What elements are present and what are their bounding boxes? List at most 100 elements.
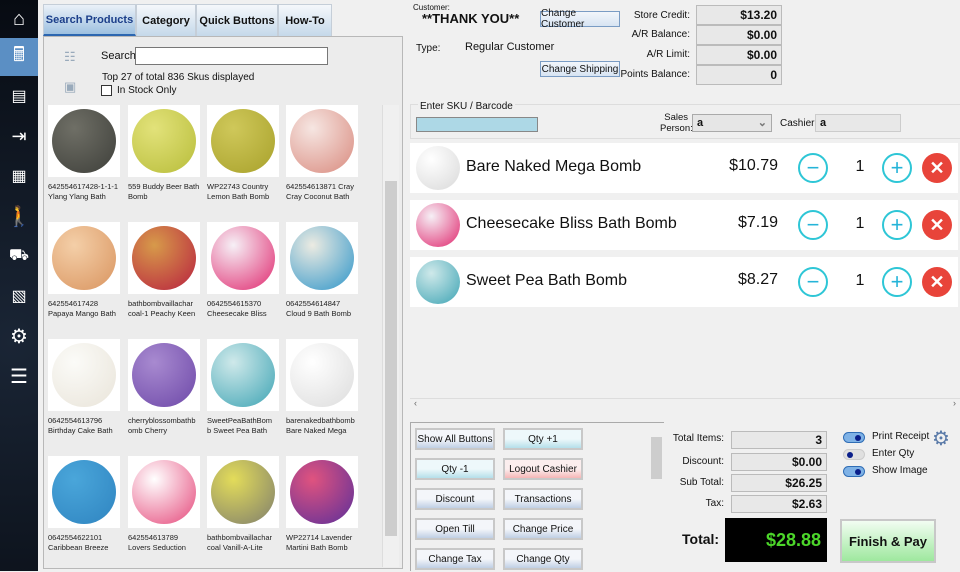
product-scrollbar[interactable] [382,105,399,567]
show-image-label: Show Image [872,465,928,476]
tax-value: $2.63 [731,495,827,513]
scroll-right-icon[interactable]: › [953,398,956,408]
scrollbar-thumb[interactable] [385,181,397,536]
product-ball-image [211,343,275,407]
product-tile[interactable]: 0642554614847 Cloud 9 Bath Bomb [286,222,360,319]
product-sku: 642554613871 Cray [286,182,354,191]
quick-button-change-tax[interactable]: Change Tax [415,548,495,570]
remove-item-icon[interactable]: ✕ [922,267,952,297]
product-grid: 642554617428-1-1-1 Ylang Ylang Bath 559 Bu… [48,105,382,567]
sidebar: ⌂ 🖩 ▤ ⇥ ▦ 🚶 ⛟ ▧ ⚙ ☰ [0,0,38,571]
cart-item-image [416,203,460,247]
remove-item-icon[interactable]: ✕ [922,210,952,240]
product-name: Bare Naked Mega [286,426,347,435]
decrease-qty-icon[interactable]: − [798,267,828,297]
product-name: Bomb [128,192,148,201]
product-tile[interactable]: bathbombvaillachar coal-1 Peachy Keen [128,222,202,319]
decrease-qty-icon[interactable]: − [798,210,828,240]
quick-button-change-qty[interactable]: Change Qty [503,548,583,570]
ar-balance-label: A/R Balance: [631,29,690,40]
product-tile[interactable]: WP22714 Lavender Martini Bath Bomb [286,456,360,553]
product-name: Martini Bath Bomb [286,543,348,552]
remove-item-icon[interactable]: ✕ [922,153,952,183]
quick-buttons-panel: Show All Buttons Qty +1 Qty -1 Logout Cashi… [410,422,664,572]
product-tile[interactable]: WP22743 Country Lemon Bath Bomb [207,105,281,202]
quick-button-qty-1[interactable]: Qty -1 [415,458,495,480]
inventory-icon[interactable]: ▦ [0,157,38,195]
product-tile[interactable]: bathbombvaillachar coal Vanill-A-Lite [207,456,281,553]
product-ball-image [52,226,116,290]
product-tile[interactable]: 642554613871 Cray Cray Coconut Bath [286,105,360,202]
product-image [207,456,279,528]
product-sku: barenakedbathbomb [286,416,355,425]
ar-limit-label: A/R Limit: [646,49,690,60]
show-image-toggle[interactable] [843,466,865,477]
tab-quick-buttons[interactable]: Quick Buttons [196,4,278,36]
product-tile[interactable]: 642554617428 Papaya Mango Bath [48,222,122,319]
product-label: WP22714 Lavender Martini Bath Bomb [286,533,360,553]
increase-qty-icon[interactable]: + [882,210,912,240]
product-tile[interactable]: 642554617428-1-1-1 Ylang Ylang Bath [48,105,122,202]
cart-row: Sweet Pea Bath Bomb $8.27 − 1 + ✕ [410,257,958,307]
product-sku: SweetPeaBathBom [207,416,273,425]
cart-hscrollbar[interactable]: ‹ › [410,398,960,411]
product-tile[interactable]: 559 Buddy Beer Bath Bomb [128,105,202,202]
print-receipt-toggle[interactable] [843,432,865,443]
search-input[interactable] [135,47,328,65]
customers-icon[interactable]: 🚶 [0,197,38,235]
reports-icon[interactable]: ▧ [0,277,38,315]
increase-qty-icon[interactable]: + [882,153,912,183]
in-stock-label: In Stock Only [117,85,177,96]
product-ball-image [290,109,354,173]
tab-how-to[interactable]: How-To [278,4,332,36]
finish-and-pay-button[interactable]: Finish & Pay [840,519,936,563]
sales-person-select[interactable]: a ⌄ [692,114,772,132]
tile-view-icon[interactable]: ▣ [64,79,76,95]
cart-item-price: $7.19 [737,214,778,231]
settings-gear-icon[interactable]: ⚙ [932,426,950,451]
tax-label: Tax: [705,498,724,509]
product-name: Birthday Cake Bath [48,426,113,435]
tab-category[interactable]: Category [136,4,196,36]
product-tile[interactable]: 0642554613796 Birthday Cake Bath [48,339,122,436]
register-icon[interactable]: 🖩 [0,38,38,76]
product-sku: 0642554614847 [286,299,341,308]
points-balance-label: Points Balance: [620,69,691,80]
quick-button-discount[interactable]: Discount [415,488,495,510]
enter-qty-toggle[interactable] [843,449,865,460]
product-tile[interactable]: cherryblossombathb omb Cherry [128,339,202,436]
in-stock-checkbox[interactable] [101,85,112,96]
product-tile[interactable]: 642554613789 Lovers Seduction [128,456,202,553]
product-sku: bathbombvaillachar [128,299,194,308]
change-customer-button[interactable]: Change Customer [540,8,620,30]
customer-name: **THANK YOU** [422,11,520,26]
product-name: b Sweet Pea Bath [207,426,268,435]
quick-button-change-price[interactable]: Change Price [503,518,583,540]
home-icon[interactable]: ⌂ [0,0,38,38]
product-tile[interactable]: SweetPeaBathBom b Sweet Pea Bath [207,339,281,436]
login-icon[interactable]: ⇥ [0,117,38,155]
quick-button-qty-1[interactable]: Qty +1 [503,428,583,450]
cart-item-name: Cheesecake Bliss Bath Bomb [466,215,677,232]
increase-qty-icon[interactable]: + [882,267,912,297]
quick-button-show-all-buttons[interactable]: Show All Buttons [415,428,495,450]
list-view-icon[interactable]: ☷ [64,49,76,65]
delivery-icon[interactable]: ⛟ [0,237,38,275]
scroll-left-icon[interactable]: ‹ [414,398,417,408]
sku-input[interactable] [416,117,538,132]
tab-search-products[interactable]: Search Products [43,4,136,36]
invoice-icon[interactable]: ▤ [0,77,38,115]
product-tile[interactable]: 0642554622101 Caribbean Breeze [48,456,122,553]
menu-icon[interactable]: ☰ [0,357,38,395]
product-tile[interactable]: 0642554615370 Cheesecake Bliss [207,222,281,319]
change-shipping-button[interactable]: Change Shipping [540,61,620,77]
quick-button-logout-cashier[interactable]: Logout Cashier [503,458,583,480]
settings-icon[interactable]: ⚙ [0,317,38,355]
sales-person-value: a [697,117,704,129]
product-tile[interactable]: barenakedbathbomb Bare Naked Mega [286,339,360,436]
quick-button-open-till[interactable]: Open Till [415,518,495,540]
quick-button-transactions[interactable]: Transactions [503,488,583,510]
product-name: Cloud 9 Bath Bomb [286,309,352,318]
product-sku: WP22743 Country [207,182,269,191]
decrease-qty-icon[interactable]: − [798,153,828,183]
